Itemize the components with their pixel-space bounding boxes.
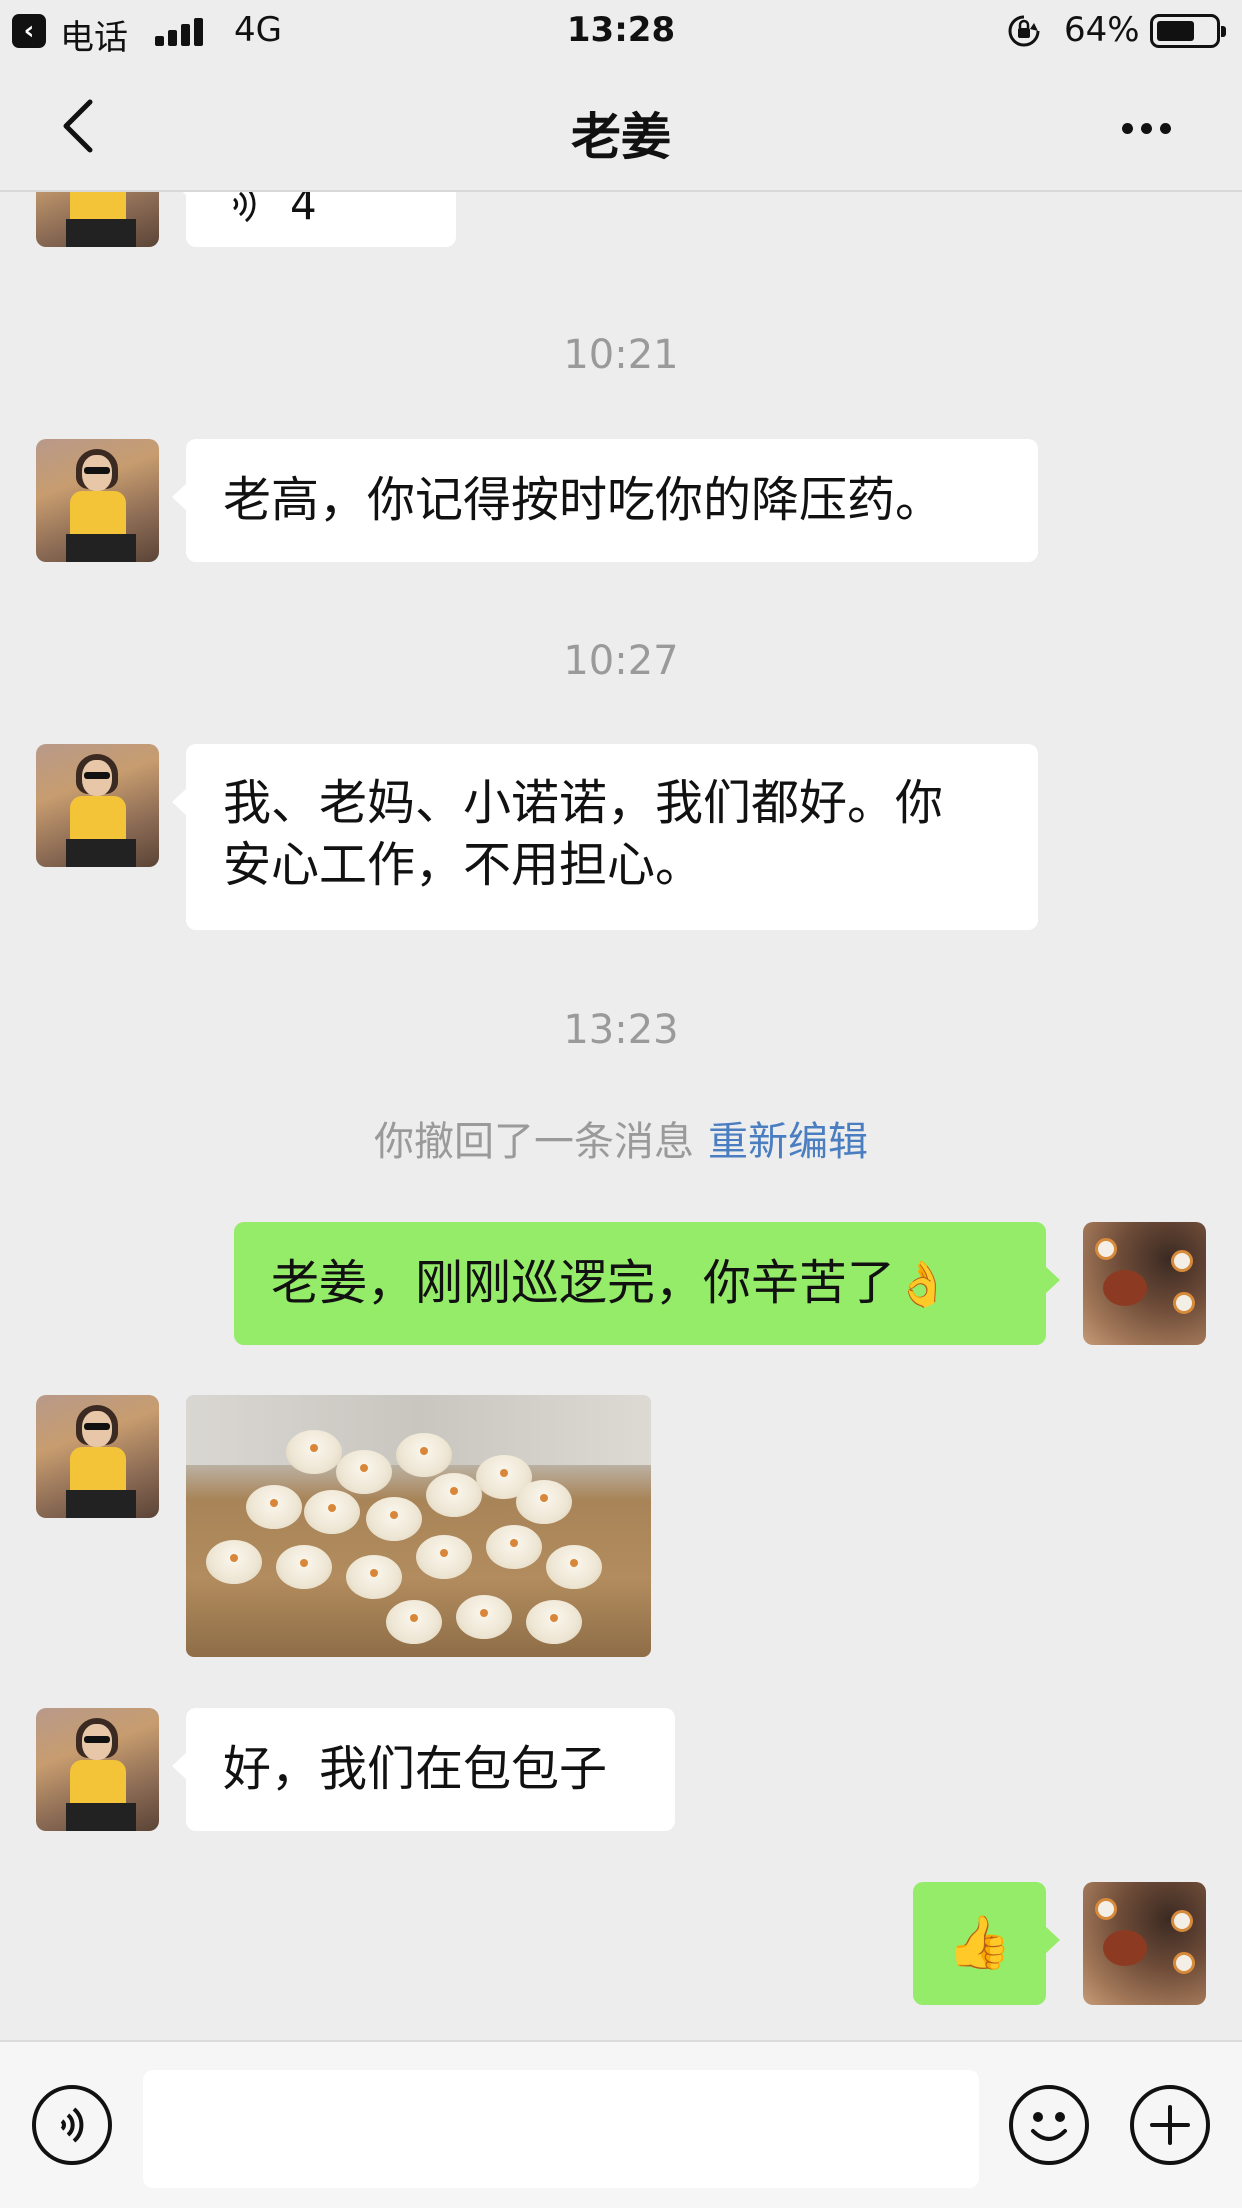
message-text-line: 我、老妈、小诺诺，我们都好。你 (223, 775, 944, 831)
outgoing-message[interactable]: 👍 (913, 1882, 1060, 2005)
contact-avatar[interactable] (36, 439, 159, 562)
message-text: 老姜，刚刚巡逻完，你辛苦了 (271, 1255, 896, 1311)
input-bar (0, 2040, 1242, 2208)
voice-mode-icon[interactable] (32, 2085, 112, 2165)
timestamp: 10:21 (563, 332, 679, 378)
recall-text: 你撤回了一条消息 (374, 1119, 694, 1165)
battery-percent: 64% (1064, 10, 1140, 50)
chat-title: 老姜 (571, 108, 671, 166)
more-dots-icon[interactable] (1116, 114, 1176, 138)
incoming-message[interactable]: 好，我们在包包子 (172, 1708, 675, 1831)
incoming-message[interactable]: 老高，你记得按时吃你的降压药。 (172, 439, 1038, 562)
battery-fill (1157, 21, 1194, 41)
recall-notice: 你撤回了一条消息 重新编辑 (0, 1109, 1242, 1167)
message-text: 老高，你记得按时吃你的降压药。 (223, 472, 944, 528)
plus-icon[interactable] (1130, 2085, 1210, 2165)
message-text: 好，我们在包包子 (223, 1741, 608, 1797)
thumbs-up-emoji-icon: 👍 (947, 1913, 1012, 1973)
voice-wave-icon (232, 192, 256, 223)
chat-header: 老姜 (0, 62, 1242, 192)
contact-avatar[interactable] (36, 1395, 159, 1518)
contact-avatar[interactable] (36, 192, 159, 247)
steamed-buns-photo[interactable] (186, 1395, 651, 1657)
my-avatar[interactable] (1083, 1222, 1206, 1345)
message-text-line: 安心工作，不用担心。 (223, 837, 704, 893)
voice-duration: 4 (290, 192, 317, 229)
message-input[interactable] (143, 2070, 979, 2188)
contact-avatar[interactable] (36, 1708, 159, 1831)
ok-hand-emoji-icon: 👌 (895, 1259, 950, 1310)
timestamp: 10:27 (563, 638, 679, 684)
incoming-message[interactable]: 我、老妈、小诺诺，我们都好。你 安心工作，不用担心。 (172, 744, 1038, 930)
timestamp: 13:23 (563, 1007, 679, 1053)
clock: 13:28 (566, 10, 676, 50)
outgoing-message[interactable]: 老姜，刚刚巡逻完，你辛苦了👌 (234, 1222, 1060, 1345)
emoji-icon[interactable] (1009, 2085, 1089, 2165)
re-edit-link[interactable]: 重新编辑 (708, 1119, 868, 1165)
contact-avatar[interactable] (36, 744, 159, 867)
status-bar: ‹ 电话 4G 13:28 64% (0, 0, 1242, 62)
message-list[interactable]: 4 10:21 老高，你记得按时吃你的降压药。 10:27 我、老妈、小诺诺，我… (0, 192, 1242, 2040)
rotation-lock-icon (1008, 15, 1040, 47)
my-avatar[interactable] (1083, 1882, 1206, 2005)
battery-icon (1150, 14, 1226, 48)
voice-message[interactable]: 4 (172, 192, 456, 247)
